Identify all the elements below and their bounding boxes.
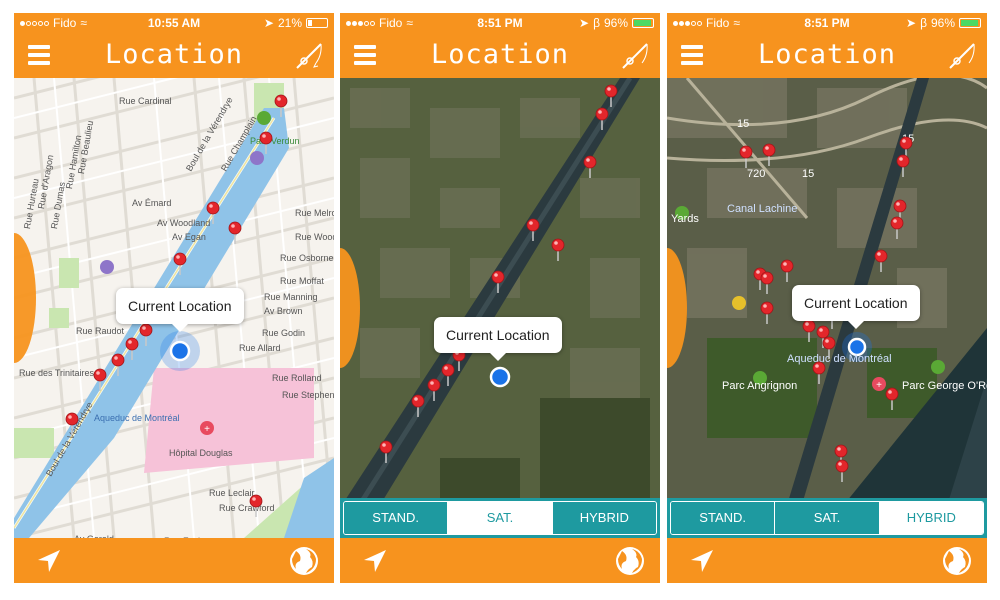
- locate-button[interactable]: [689, 548, 715, 574]
- fishing-spot-pin[interactable]: [780, 259, 794, 282]
- status-bar: Fido ≈ 8:51 PM ➤ β 96%: [667, 13, 987, 33]
- fishing-spot-pin[interactable]: [604, 84, 618, 107]
- fishing-rod-icon: [296, 43, 322, 69]
- battery-percent: 21%: [277, 16, 302, 30]
- map-view[interactable]: + Rue Cardinal Parc Verdun Rue Beaulieu Rue…: [14, 78, 334, 538]
- fishing-spot-pin[interactable]: [441, 363, 455, 386]
- phone-screen-standard: Fido ≈ 10:55 AM ➤ 21% Location + Rue Car…: [14, 13, 334, 583]
- fishing-spot-pin[interactable]: [111, 353, 125, 376]
- nav-bar: Location: [14, 33, 334, 78]
- fishing-spot-pin[interactable]: [125, 337, 139, 360]
- battery-icon: [306, 18, 328, 28]
- fishing-spot-pin[interactable]: [259, 131, 273, 154]
- location-arrow-icon: [38, 550, 60, 572]
- location-arrow-icon: [691, 550, 713, 572]
- bottom-bar: [340, 538, 660, 583]
- segment-hybrid[interactable]: HYBRID: [552, 502, 656, 534]
- fishing-rod-icon: [949, 43, 975, 69]
- battery-icon: [632, 18, 654, 28]
- fishing-spot-pin[interactable]: [802, 319, 816, 342]
- fishing-spot-pin[interactable]: [249, 494, 263, 517]
- battery-percent: 96%: [603, 16, 628, 30]
- fishing-spot-pin[interactable]: [760, 271, 774, 294]
- current-location-callout[interactable]: Current Location: [116, 288, 244, 332]
- fishing-spot-pin[interactable]: [427, 378, 441, 401]
- globe-button[interactable]: [941, 545, 973, 577]
- fishing-spot-pin[interactable]: [760, 301, 774, 324]
- globe-icon: [290, 547, 318, 575]
- fishing-spot-pin[interactable]: [551, 238, 565, 261]
- hybrid-map-view[interactable]: + 157201515Canal LachineYardsAqueduc de …: [667, 78, 987, 538]
- fishing-spot-pin[interactable]: [896, 154, 910, 177]
- fishing-rod-button[interactable]: [294, 41, 324, 71]
- page-title: Location: [104, 39, 244, 70]
- bluetooth-icon: β: [593, 16, 600, 30]
- fishing-spot-pin[interactable]: [139, 323, 153, 346]
- globe-button[interactable]: [288, 545, 320, 577]
- fishing-spot-pin[interactable]: [526, 218, 540, 241]
- segment-stand[interactable]: STAND.: [344, 502, 449, 534]
- segment-sat[interactable]: SAT.: [775, 502, 880, 534]
- globe-icon: [943, 547, 971, 575]
- location-services-icon: ➤: [579, 16, 590, 30]
- satellite-map-view[interactable]: Current Location: [340, 78, 660, 538]
- locate-button[interactable]: [36, 548, 62, 574]
- fishing-spot-pin[interactable]: [812, 361, 826, 384]
- status-bar: Fido ≈ 8:51 PM ➤ β 96%: [340, 13, 660, 33]
- fishing-rod-button[interactable]: [947, 41, 977, 71]
- segment-stand[interactable]: STAND.: [671, 502, 776, 534]
- pin-layer: [379, 84, 618, 463]
- fishing-spot-pin[interactable]: [411, 394, 425, 417]
- globe-button[interactable]: [614, 545, 646, 577]
- globe-icon: [616, 547, 644, 575]
- fishing-spot-pin[interactable]: [274, 94, 288, 117]
- phone-screen-hybrid: Fido ≈ 8:51 PM ➤ β 96% Location + 15 720…: [667, 13, 987, 583]
- battery-percent: 96%: [930, 16, 955, 30]
- status-bar: Fido ≈ 10:55 AM ➤ 21%: [14, 13, 334, 33]
- bottom-bar: [667, 538, 987, 583]
- nav-bar: Location: [667, 33, 987, 78]
- location-services-icon: ➤: [263, 16, 274, 30]
- fishing-spot-pin[interactable]: [93, 368, 107, 391]
- fishing-spot-pin[interactable]: [822, 336, 836, 359]
- fishing-spot-pin[interactable]: [379, 440, 393, 463]
- battery-icon: [959, 18, 981, 28]
- segment-sat[interactable]: SAT.: [448, 502, 553, 534]
- fishing-spot-pin[interactable]: [228, 221, 242, 244]
- fishing-spot-pin[interactable]: [874, 249, 888, 272]
- fishing-spot-pin[interactable]: [173, 252, 187, 275]
- page-title: Location: [430, 39, 570, 70]
- fishing-spot-pin[interactable]: [491, 270, 505, 293]
- fishing-spot-pin[interactable]: [739, 145, 753, 168]
- bottom-bar: [14, 538, 334, 583]
- current-location-callout[interactable]: Current Location: [792, 285, 920, 329]
- nav-bar: Location: [340, 33, 660, 78]
- page-title: Location: [757, 39, 897, 70]
- map-type-segmented-control: STAND. SAT. HYBRID: [667, 498, 987, 538]
- phone-screen-satellite: Fido ≈ 8:51 PM ➤ β 96% Location Current …: [340, 13, 660, 583]
- location-services-icon: ➤: [906, 16, 917, 30]
- fishing-spot-pin[interactable]: [890, 216, 904, 239]
- bluetooth-icon: β: [920, 16, 927, 30]
- fishing-spot-pin[interactable]: [885, 387, 899, 410]
- fishing-spot-pin[interactable]: [595, 107, 609, 130]
- fishing-spot-pin[interactable]: [835, 459, 849, 482]
- fishing-rod-icon: [622, 43, 648, 69]
- segment-hybrid[interactable]: HYBRID: [879, 502, 983, 534]
- fishing-spot-pin[interactable]: [65, 412, 79, 435]
- current-location-callout[interactable]: Current Location: [434, 317, 562, 361]
- fishing-rod-button[interactable]: [620, 41, 650, 71]
- fishing-spot-pin[interactable]: [762, 143, 776, 166]
- map-type-segmented-control: STAND. SAT. HYBRID: [340, 498, 660, 538]
- fishing-spot-pin[interactable]: [206, 201, 220, 224]
- fishing-spot-pin[interactable]: [583, 155, 597, 178]
- locate-button[interactable]: [362, 548, 388, 574]
- location-arrow-icon: [364, 550, 386, 572]
